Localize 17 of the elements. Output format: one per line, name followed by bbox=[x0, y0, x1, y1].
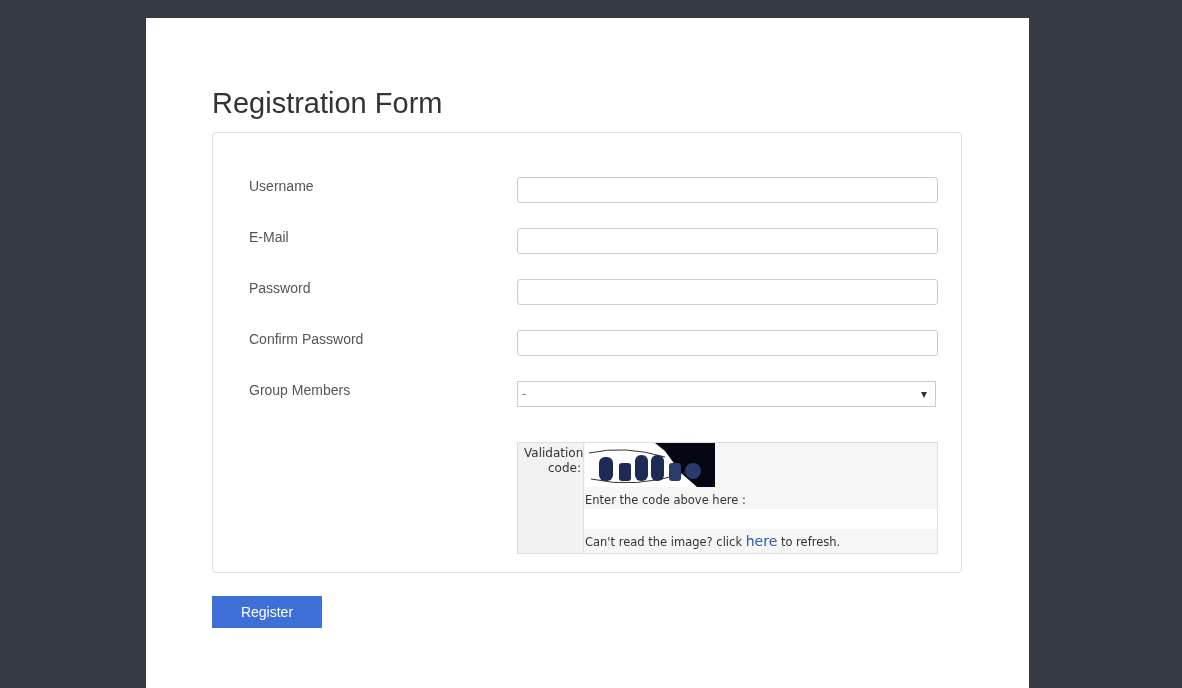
field-label: Password bbox=[249, 279, 312, 296]
field-label: Username bbox=[249, 177, 315, 194]
input-field[interactable] bbox=[517, 279, 938, 305]
form-title: Registration Form bbox=[212, 88, 444, 118]
caret-icon: ▾ bbox=[920, 387, 927, 401]
refresh-link[interactable]: here bbox=[745, 533, 778, 549]
captcha-prompt: Enter the code above here : bbox=[584, 492, 747, 509]
input-field[interactable] bbox=[517, 330, 938, 356]
register-button[interactable]: Register bbox=[212, 596, 322, 628]
refresh-hint: Can't read the image? click here to refresh. bbox=[584, 532, 842, 551]
input-field[interactable] bbox=[517, 177, 938, 203]
dropdown-field[interactable]: - ▾ bbox=[517, 381, 936, 407]
captcha-input-field[interactable] bbox=[584, 509, 937, 529]
field-label: Group Members bbox=[249, 381, 352, 398]
field-label: Confirm Password bbox=[249, 330, 365, 347]
input-field[interactable] bbox=[517, 228, 938, 254]
field-label: E-Mail bbox=[249, 228, 290, 245]
